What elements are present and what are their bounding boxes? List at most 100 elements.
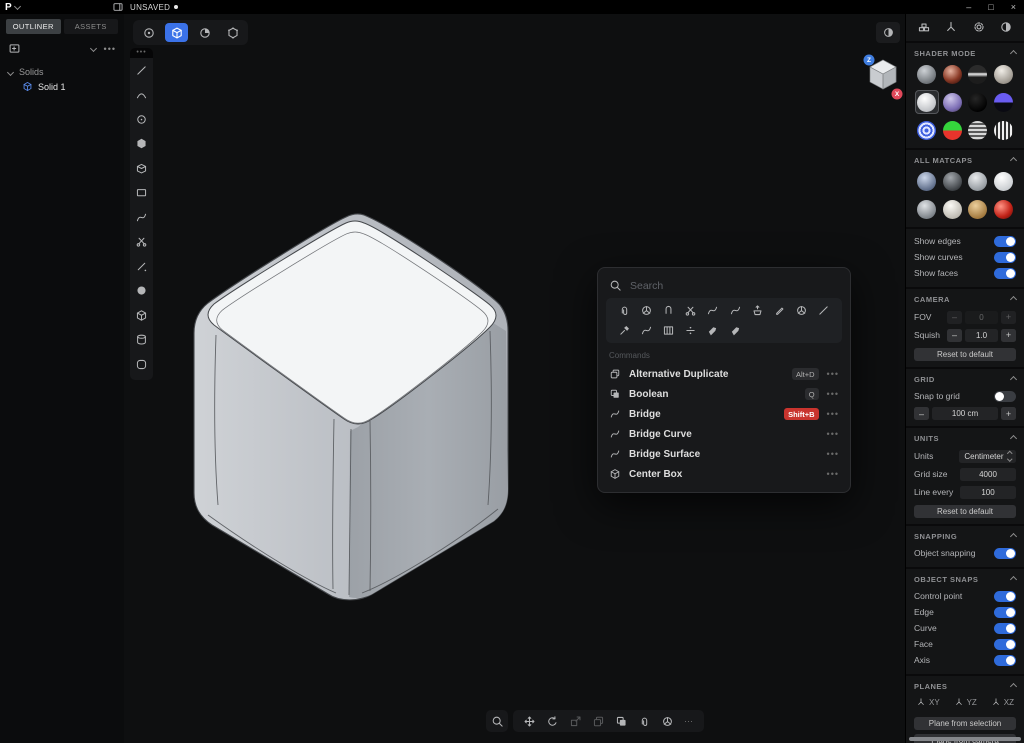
trim-icon[interactable]	[684, 304, 697, 317]
tool-polygon-button[interactable]	[130, 132, 153, 157]
command-menu-icon[interactable]: •••	[827, 469, 839, 479]
tool-rectangle-button[interactable]	[130, 181, 153, 206]
mode-solid-mode-button[interactable]	[165, 23, 188, 42]
spline-icon[interactable]	[640, 324, 653, 337]
outliner-menu-icon[interactable]: •••	[104, 44, 116, 54]
shader-v-stripes[interactable]	[991, 118, 1015, 142]
plane-from-selection-button[interactable]: Plane from selection	[914, 717, 1016, 730]
close-button[interactable]: ×	[1011, 2, 1016, 12]
fillet-icon[interactable]	[638, 715, 651, 728]
shader-violet-split[interactable]	[991, 90, 1015, 114]
object-snap-control-point-toggle[interactable]	[994, 591, 1016, 602]
display-show-faces-toggle[interactable]	[994, 268, 1016, 279]
all-matcaps-header[interactable]: ALL MATCAPS	[914, 154, 1016, 169]
tool-sphere-button[interactable]	[130, 279, 153, 304]
shader-red-metal[interactable]	[940, 62, 964, 86]
horizontal-scrollbar[interactable]	[909, 737, 1021, 741]
shader-mode-header[interactable]: SHADER MODE	[914, 47, 1016, 62]
shader-blue-rings[interactable]	[915, 118, 939, 142]
boolean-sphere-icon[interactable]	[795, 304, 808, 317]
toolbar-more-icon[interactable]: ⋯	[684, 716, 694, 727]
duplicate-icon[interactable]	[592, 715, 605, 728]
units-reset-button[interactable]: Reset to default	[914, 505, 1016, 518]
units-header[interactable]: UNITS	[914, 432, 1016, 447]
boolean-icon[interactable]	[615, 715, 628, 728]
command-boolean[interactable]: Boolean Q •••	[606, 384, 842, 404]
properties-tab-bricks[interactable]	[917, 20, 931, 36]
move-icon[interactable]	[523, 715, 536, 728]
tool-line-button[interactable]	[130, 58, 153, 83]
tool-cylinder-button[interactable]	[130, 328, 153, 353]
object-snap-face-toggle[interactable]	[994, 639, 1016, 650]
tool-strip-handle[interactable]: •••	[130, 48, 153, 58]
tool-offset-line-button[interactable]	[130, 254, 153, 279]
command-menu-icon[interactable]: •••	[827, 369, 839, 379]
mode-body-mode-button[interactable]	[221, 23, 244, 42]
units-select[interactable]: Centimeter	[959, 450, 1016, 463]
viewport-search-button[interactable]	[486, 710, 508, 732]
shader-purple-soft[interactable]	[940, 90, 964, 114]
matcap-blue-steel[interactable]	[915, 169, 939, 193]
command-bridge-curve[interactable]: Bridge Curve •••	[606, 424, 842, 444]
shader-flat-black[interactable]	[966, 90, 990, 114]
matcap-gold[interactable]	[966, 197, 990, 221]
rotate-icon[interactable]	[546, 715, 559, 728]
properties-tab-tripod[interactable]	[944, 20, 958, 36]
snapping-object-snapping-toggle[interactable]	[994, 548, 1016, 559]
object-snap-edge-toggle[interactable]	[994, 607, 1016, 618]
squish-minus-button[interactable]: –	[947, 329, 962, 342]
spline-icon[interactable]	[706, 304, 719, 317]
command-menu-icon[interactable]: •••	[827, 429, 839, 439]
tool-circle-button[interactable]	[130, 107, 153, 132]
add-group-icon[interactable]	[8, 42, 21, 55]
search-input[interactable]	[630, 280, 810, 292]
grid-size-field[interactable]: 4000	[960, 468, 1016, 481]
matcap-light-gray[interactable]	[966, 169, 990, 193]
face-tag-icon[interactable]	[729, 324, 742, 337]
rebuild-icon[interactable]	[618, 324, 631, 337]
divide-icon[interactable]	[684, 324, 697, 337]
minimize-button[interactable]: –	[966, 2, 971, 12]
object-snap-axis-toggle[interactable]	[994, 655, 1016, 666]
viewcube[interactable]: Z X	[861, 52, 905, 102]
fov-value[interactable]: 0	[965, 311, 998, 324]
tool-spline-button[interactable]	[130, 205, 153, 230]
command-center-box[interactable]: Center Box •••	[606, 464, 842, 484]
plane-yz[interactable]: YZ	[954, 697, 977, 707]
command-menu-icon[interactable]: •••	[827, 409, 839, 419]
display-show-curves-toggle[interactable]	[994, 252, 1016, 263]
line-icon[interactable]	[817, 304, 830, 317]
grid-size-plus-button[interactable]: +	[1001, 407, 1016, 420]
pipe-icon[interactable]	[662, 304, 675, 317]
shader-clay-gray[interactable]	[915, 62, 939, 86]
display-show-edges-toggle[interactable]	[994, 236, 1016, 247]
object-snaps-header[interactable]: OBJECT SNAPS	[914, 573, 1016, 588]
viewport-3d[interactable]: Z X •••	[124, 14, 905, 743]
properties-tab-half-circle[interactable]	[999, 20, 1013, 36]
scale-icon[interactable]	[569, 715, 582, 728]
model-solid-1[interactable]	[168, 203, 512, 614]
shader-dark-horizon[interactable]	[966, 62, 990, 86]
extrude-icon[interactable]	[751, 304, 764, 317]
snap-to-grid-toggle[interactable]	[994, 391, 1016, 402]
grid-size-value[interactable]: 100 cm	[932, 407, 998, 420]
spline-icon[interactable]	[729, 304, 742, 317]
app-menu[interactable]: P	[5, 2, 20, 13]
mode-face-mode-button[interactable]	[193, 23, 216, 42]
tool-cube-button[interactable]	[130, 303, 153, 328]
boolean-sphere-icon[interactable]	[661, 715, 674, 728]
camera-header[interactable]: CAMERA	[914, 293, 1016, 308]
line-every-field[interactable]: 100	[960, 486, 1016, 499]
plane-xz[interactable]: XZ	[991, 697, 1014, 707]
command-menu-icon[interactable]: •••	[827, 389, 839, 399]
shading-toggle-button[interactable]	[876, 22, 900, 43]
shader-studio-white[interactable]	[915, 90, 939, 114]
matcap-charcoal[interactable]	[940, 169, 964, 193]
boolean-sphere-icon[interactable]	[640, 304, 653, 317]
command-bridge-surface[interactable]: Bridge Surface •••	[606, 444, 842, 464]
planes-header[interactable]: PLANES	[914, 680, 1016, 695]
properties-tab-gear[interactable]	[972, 20, 986, 36]
command-bridge[interactable]: Bridge Shift+B •••	[606, 404, 842, 424]
mode-point-mode-button[interactable]	[137, 23, 160, 42]
tree-group-solids[interactable]: Solids	[0, 65, 124, 79]
